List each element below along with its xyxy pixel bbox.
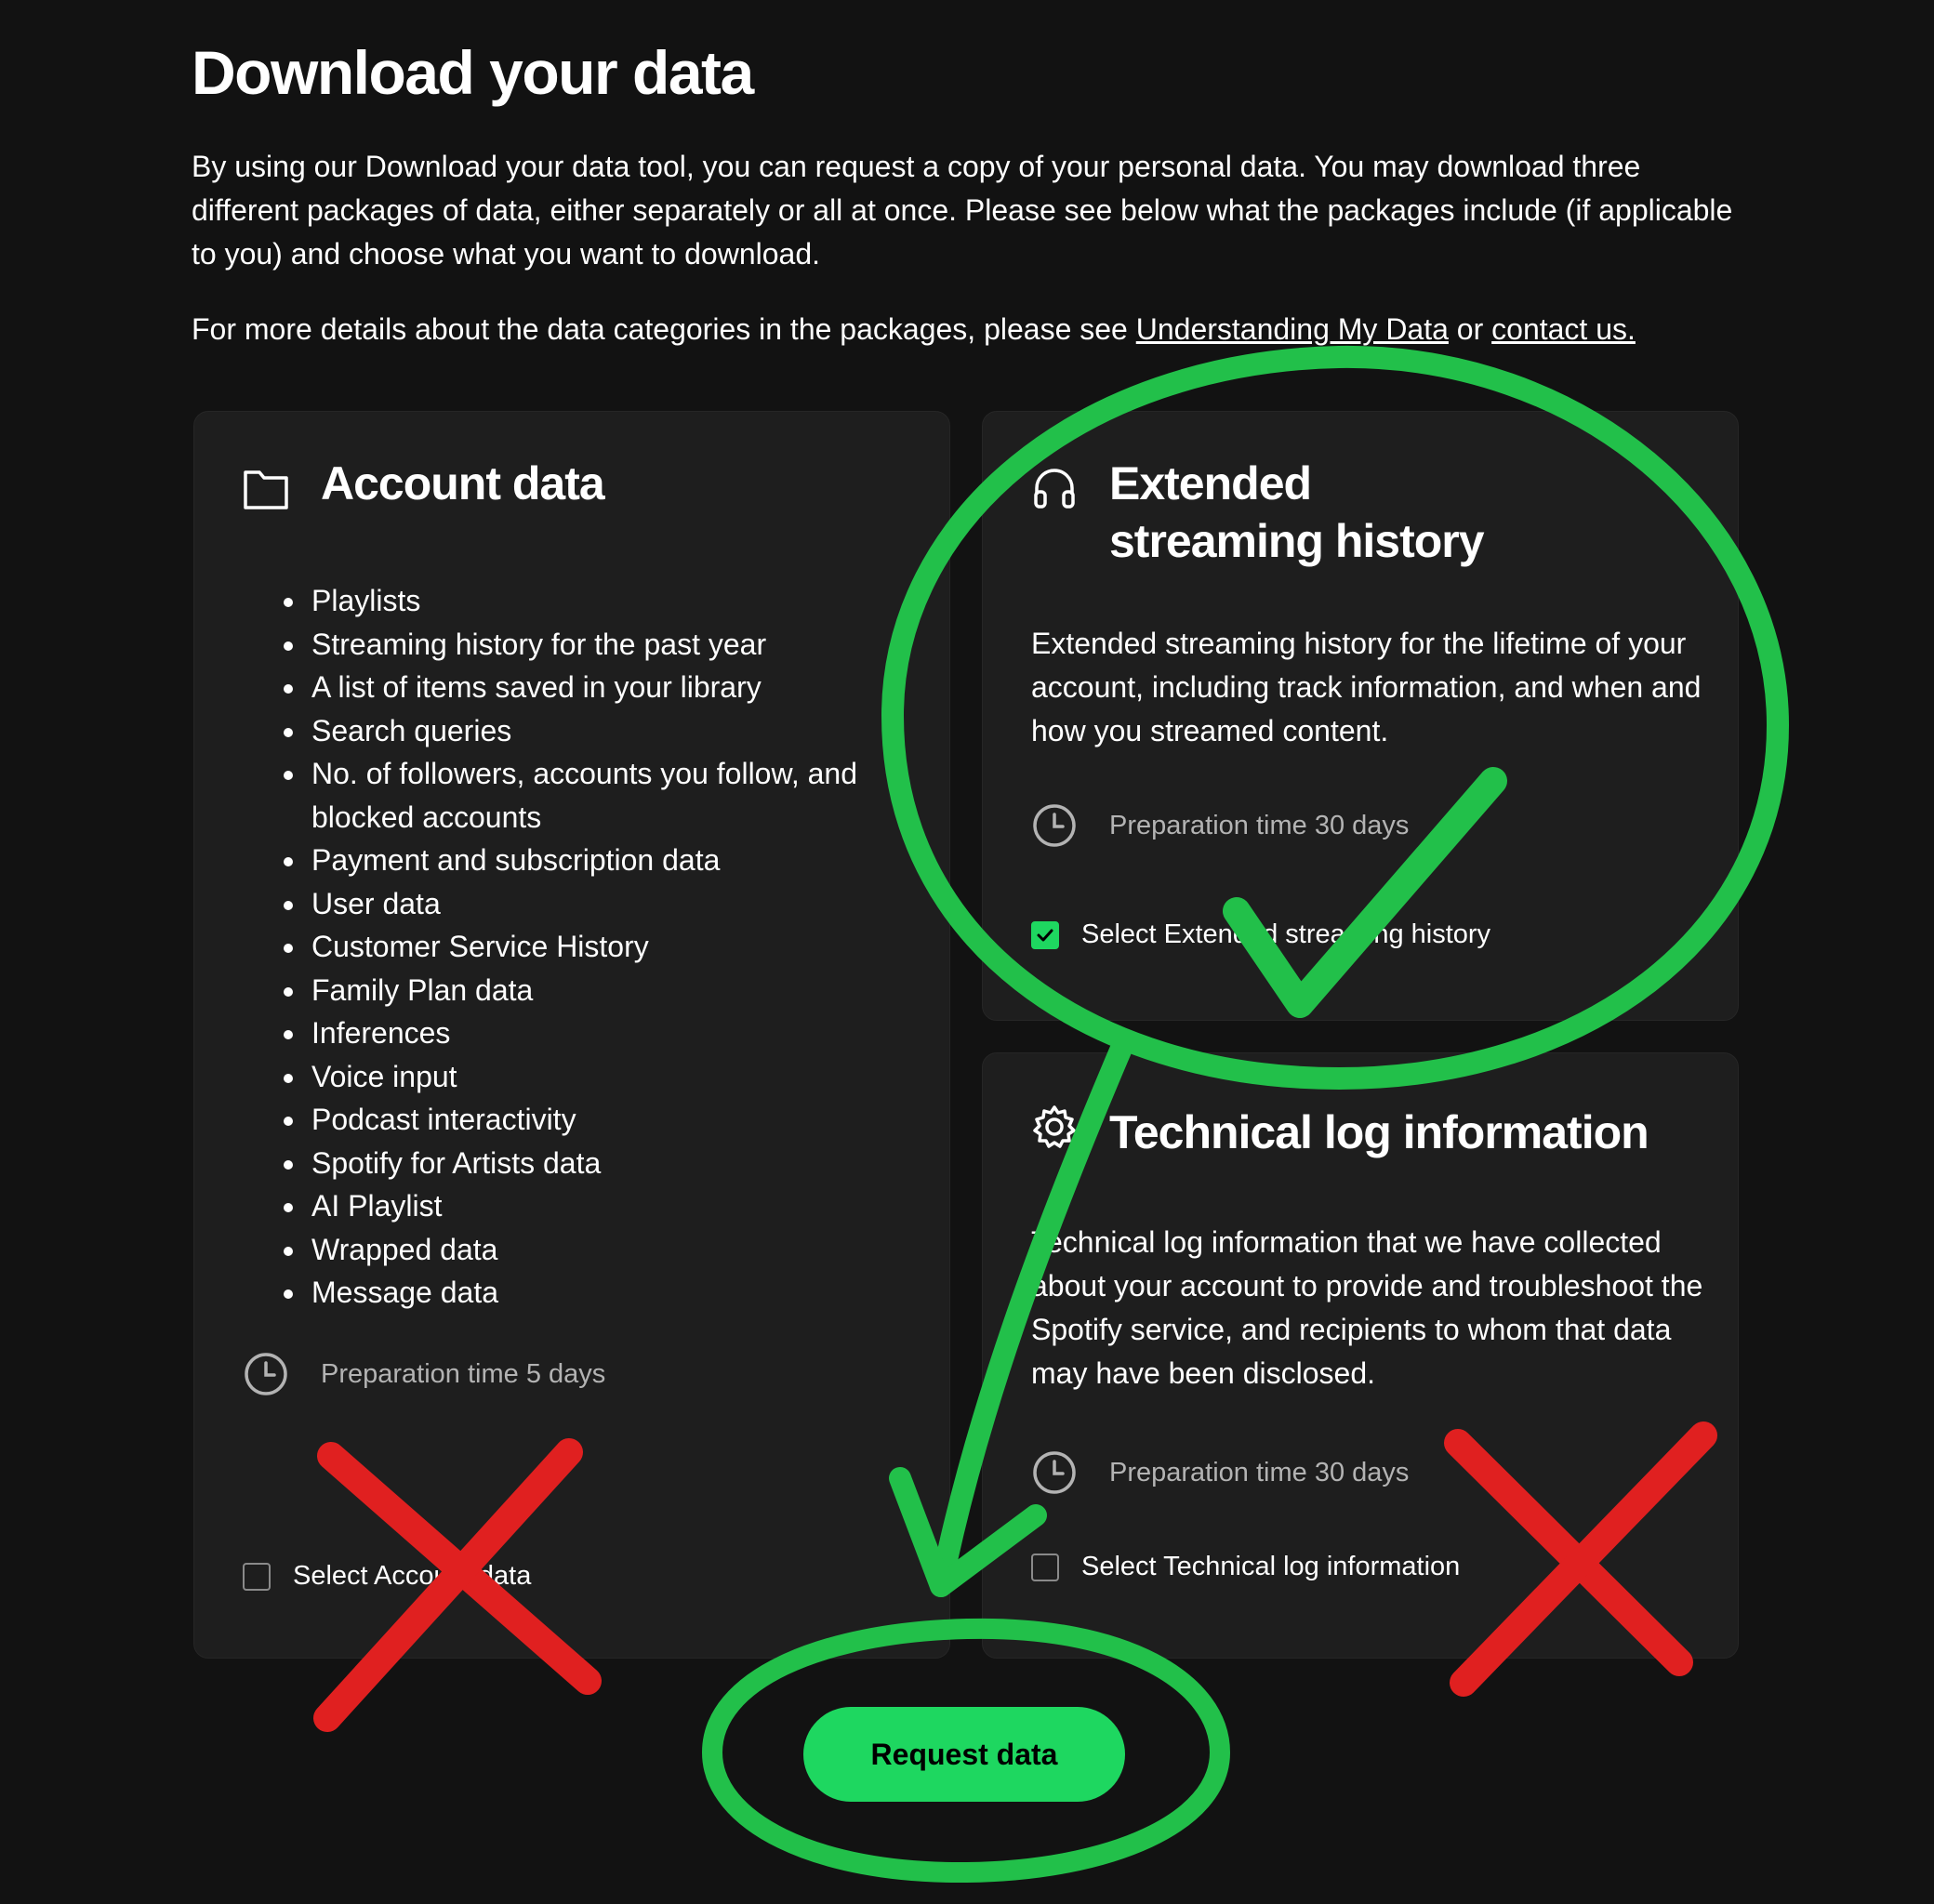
- account-checkbox-box[interactable]: [243, 1562, 271, 1591]
- clock-icon: [245, 1353, 287, 1395]
- account-data-list-item: Voice input: [308, 1055, 940, 1099]
- extended-checkbox-box[interactable]: [1031, 920, 1059, 949]
- account-data-list-item: Streaming history for the past year: [308, 623, 940, 667]
- contact-us-link[interactable]: contact us.: [1491, 312, 1636, 346]
- select-technical-log-information-checkbox[interactable]: Select Technical log information: [1031, 1552, 1460, 1582]
- intro-text: By using our Download your data tool, yo…: [192, 150, 1733, 271]
- account-data-list-item: A list of items saved in your library: [308, 666, 940, 709]
- account-data-list-item: Podcast interactivity: [308, 1098, 940, 1142]
- account-data-list-item: AI Playlist: [308, 1184, 940, 1228]
- folder-icon: [244, 470, 288, 509]
- account-data-list-item: No. of followers, accounts you follow, a…: [308, 752, 940, 839]
- clock-icon: [1033, 804, 1076, 847]
- select-account-data-checkbox[interactable]: Select Account data: [243, 1561, 531, 1592]
- account-data-list-item: Message data: [308, 1271, 940, 1315]
- account-data-list-item: Wrapped data: [308, 1228, 940, 1272]
- extended-streaming-history-title: Extended streaming history: [1109, 455, 1485, 570]
- technical-prep-time-text: Preparation time 30 days: [1109, 1457, 1410, 1488]
- technical-description: Technical log information that we have c…: [1031, 1225, 1703, 1390]
- headphones-icon: [1034, 469, 1075, 509]
- select-technical-label: Select Technical log information: [1081, 1552, 1461, 1581]
- details-or: or: [1448, 312, 1492, 346]
- extended-prep-time-row: Preparation time 30 days: [1031, 802, 1409, 849]
- download-your-data-page: Download your data By using our Download…: [0, 0, 1934, 1904]
- gear-icon: [1033, 1105, 1076, 1148]
- select-extended-label: Select Extended streaming history: [1081, 919, 1491, 949]
- request-data-button[interactable]: Request data: [803, 1707, 1125, 1802]
- account-data-item-list: PlaylistsStreaming history for the past …: [269, 579, 940, 1315]
- select-account-data-label: Select Account data: [293, 1561, 532, 1591]
- page-title: Download your data: [192, 38, 754, 107]
- checkmark-icon: [1037, 929, 1053, 941]
- technical-log-information-card: Technical log information Technical log …: [982, 1052, 1739, 1659]
- details-text: For more details about the data categori…: [192, 309, 1791, 350]
- account-data-list-item: Playlists: [308, 579, 940, 623]
- technical-checkbox-box[interactable]: [1031, 1553, 1059, 1581]
- clock-icon: [1033, 1451, 1076, 1494]
- extended-title-line2: streaming history: [1109, 515, 1485, 567]
- details-prefix: For more details about the data categori…: [192, 312, 1136, 346]
- extended-streaming-history-card: Extended streaming history Extended stre…: [982, 411, 1739, 1021]
- account-data-list-item: User data: [308, 882, 940, 926]
- account-data-list-item: Search queries: [308, 709, 940, 753]
- account-prep-time-text: Preparation time 5 days: [321, 1358, 606, 1389]
- extended-description: Extended streaming history for the lifet…: [1031, 627, 1702, 747]
- account-data-title: Account data: [321, 457, 605, 509]
- technical-prep-time-row: Preparation time 30 days: [1031, 1449, 1409, 1496]
- understanding-my-data-link[interactable]: Understanding My Data: [1136, 312, 1449, 346]
- account-data-list-item: Spotify for Artists data: [308, 1142, 940, 1185]
- account-data-list-item: Family Plan data: [308, 969, 940, 1012]
- technical-log-information-title: Technical log information: [1109, 1106, 1649, 1158]
- account-prep-time-row: Preparation time 5 days: [243, 1351, 605, 1397]
- extended-title-line1: Extended: [1109, 457, 1312, 509]
- select-extended-streaming-history-checkbox[interactable]: Select Extended streaming history: [1031, 919, 1490, 950]
- account-data-list-item: Payment and subscription data: [308, 839, 940, 882]
- extended-prep-time-text: Preparation time 30 days: [1109, 810, 1410, 840]
- account-data-card: Account data PlaylistsStreaming history …: [193, 411, 950, 1659]
- account-data-list-item: Inferences: [308, 1012, 940, 1055]
- account-data-list-item: Customer Service History: [308, 925, 940, 969]
